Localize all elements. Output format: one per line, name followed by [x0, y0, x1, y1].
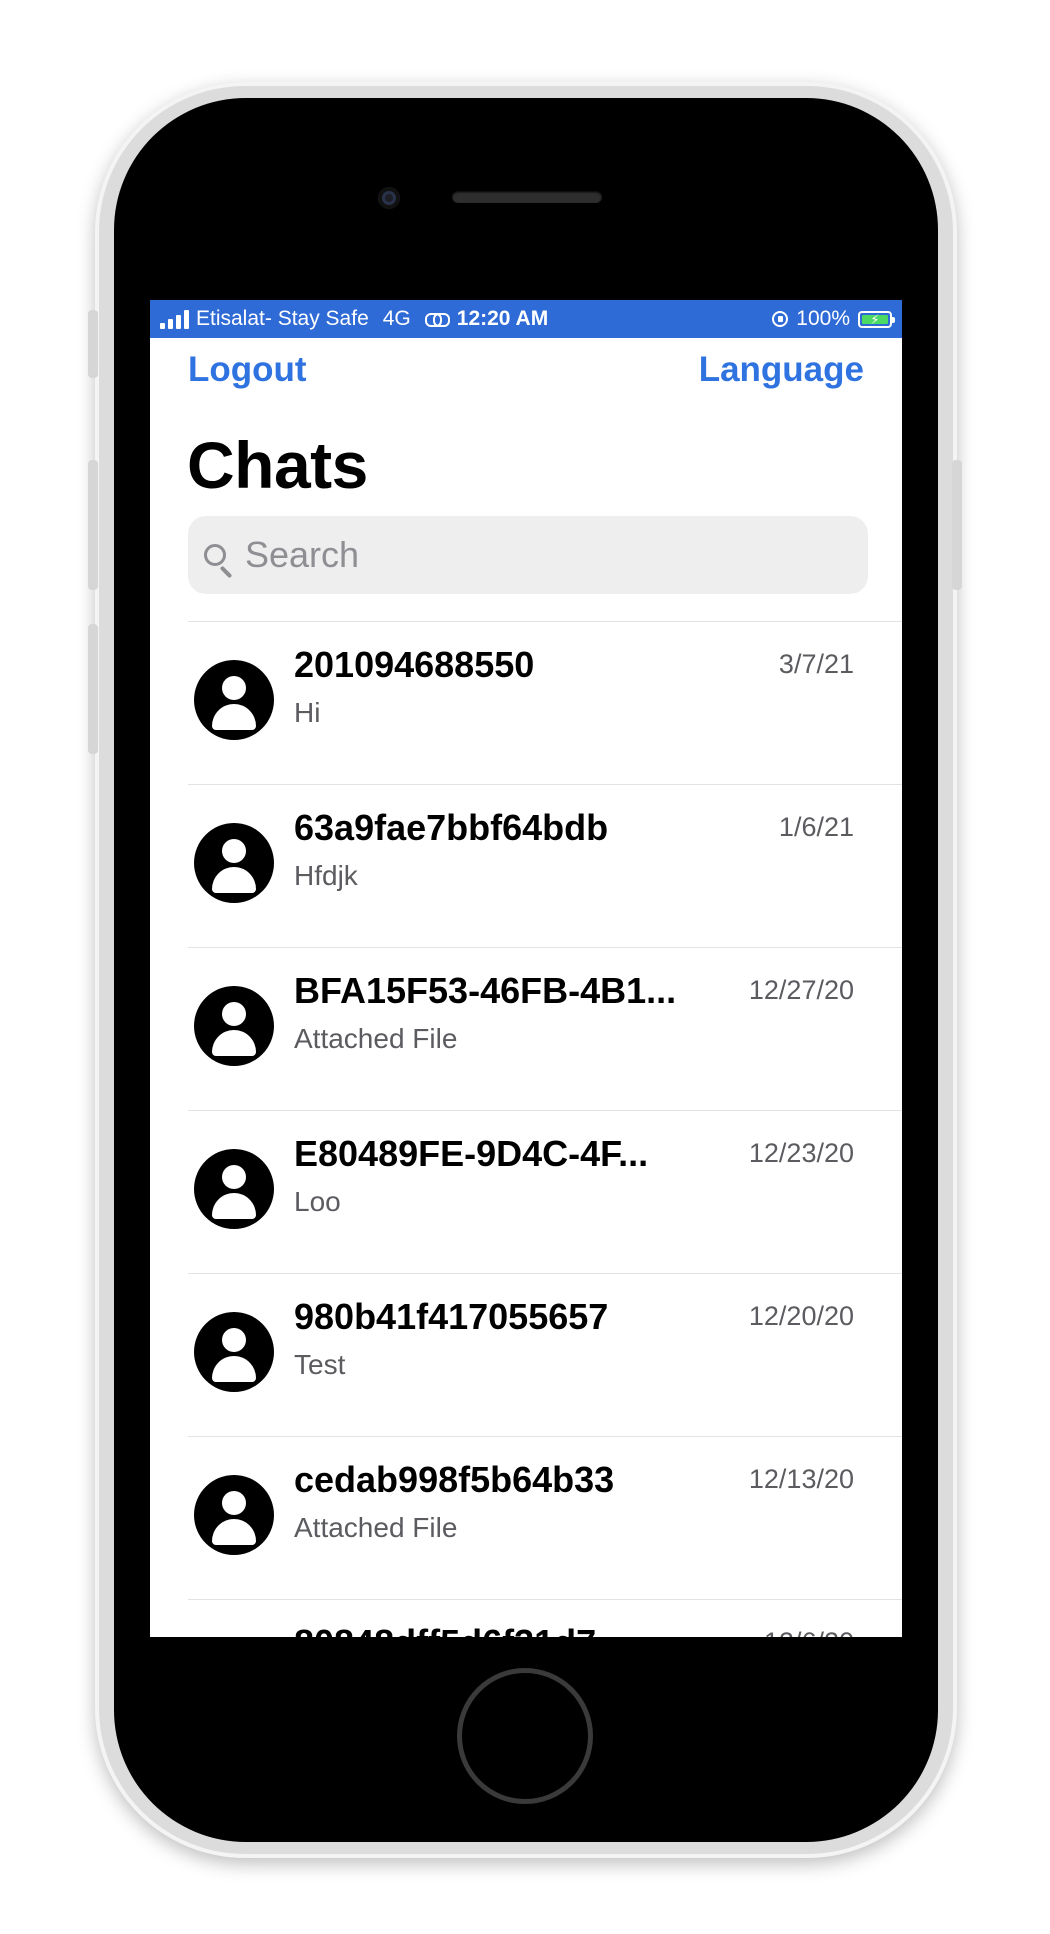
carrier-name: Etisalat- Stay Safe — [196, 307, 369, 330]
link-icon — [424, 313, 450, 327]
chat-date: 1/6/21 — [778, 812, 854, 842]
avatar-icon — [194, 823, 274, 903]
chat-last-message: Test — [294, 1349, 346, 1380]
avatar-body — [212, 1519, 256, 1545]
status-time: 12:20 AM — [456, 307, 549, 330]
charging-bolt-icon: ⚡ — [870, 311, 880, 327]
chat-last-message: Attached File — [294, 1023, 458, 1054]
language-button[interactable]: Language — [699, 350, 864, 390]
avatar-head — [222, 676, 246, 700]
chat-name: 980b41f417055657 — [294, 1296, 609, 1337]
signal-icon — [160, 309, 189, 329]
chat-date: 3/7/21 — [778, 649, 854, 679]
avatar-body — [212, 704, 256, 730]
chat-name: 80848dff5d6f31d7 — [294, 1622, 596, 1637]
network-type: 4G — [382, 307, 411, 330]
chat-date: 12/20/20 — [748, 1301, 854, 1331]
power-button — [952, 460, 962, 590]
page-title: Chats — [187, 428, 368, 502]
chat-name: 201094688550 — [294, 644, 535, 685]
volume-up-button — [88, 460, 98, 590]
chat-date: 12/27/20 — [748, 975, 854, 1005]
battery-charging-icon: ⚡ — [858, 310, 895, 328]
search-input[interactable] — [243, 533, 807, 577]
search-bar[interactable] — [188, 516, 868, 594]
rotation-lock-icon — [772, 311, 789, 327]
chat-name: 63a9fae7bbf64bdb — [294, 807, 609, 848]
chat-last-message: Hi — [294, 697, 321, 728]
avatar-head — [222, 1002, 246, 1026]
avatar-icon — [194, 986, 274, 1066]
chat-row[interactable]: BFA15F53-46FB-4B1... Attached File 12/27/2… — [188, 947, 902, 1110]
search-icon — [204, 544, 226, 566]
volume-down-button — [88, 624, 98, 754]
status-right: 100% ⚡ — [772, 300, 895, 338]
logout-button[interactable]: Logout — [188, 350, 307, 390]
chat-last-message: Loo — [294, 1186, 341, 1217]
battery-percent: 100% — [796, 307, 850, 330]
avatar-head — [222, 1328, 246, 1352]
earpiece-speaker — [452, 191, 602, 203]
avatar-icon — [194, 1312, 274, 1392]
silent-switch — [88, 310, 98, 378]
home-button[interactable] — [457, 1668, 593, 1804]
navigation-bar: Logout Language — [150, 338, 902, 402]
avatar-head — [222, 1491, 246, 1515]
chat-date: 12/6/20 — [764, 1627, 854, 1637]
battery-fill: ⚡ — [862, 311, 888, 327]
avatar-body — [212, 867, 256, 893]
front-camera — [378, 187, 400, 209]
chat-row[interactable]: 201094688550 Hi 3/7/21 — [188, 621, 902, 784]
status-bar: Etisalat- Stay Safe 4G 12:20 AM 100% ⚡ — [150, 300, 902, 338]
chat-list: 201094688550 Hi 3/7/21 63a9fae7bbf64bdb Hfdj… — [188, 621, 902, 1637]
chat-last-message: Attached File — [294, 1512, 458, 1543]
chat-last-message: Hfdjk — [294, 860, 358, 891]
avatar-body — [212, 1193, 256, 1219]
chat-row[interactable]: 63a9fae7bbf64bdb Hfdjk 1/6/21 — [188, 784, 902, 947]
avatar-body — [212, 1030, 256, 1056]
app-screen: Etisalat- Stay Safe 4G 12:20 AM 100% ⚡ L… — [150, 300, 902, 1637]
chat-name: cedab998f5b64b33 — [294, 1459, 615, 1500]
chat-row[interactable]: cedab998f5b64b33 Attached File 12/13/20 — [188, 1436, 902, 1599]
avatar-icon — [194, 660, 274, 740]
chat-row[interactable]: 980b41f417055657 Test 12/20/20 — [188, 1273, 902, 1436]
chat-date: 12/23/20 — [748, 1138, 854, 1168]
chat-date: 12/13/20 — [748, 1464, 854, 1494]
avatar-icon — [194, 1149, 274, 1229]
avatar-head — [222, 839, 246, 863]
chat-name: E80489FE-9D4C-4F... — [294, 1133, 649, 1174]
chat-row[interactable]: E80489FE-9D4C-4F... Loo 12/23/20 — [188, 1110, 902, 1273]
chat-row[interactable]: 80848dff5d6f31d7 12/6/20 — [188, 1599, 902, 1637]
avatar-body — [212, 1356, 256, 1382]
chat-name: BFA15F53-46FB-4B1... — [294, 970, 677, 1011]
avatar-icon — [194, 1475, 274, 1555]
avatar-head — [222, 1165, 246, 1189]
